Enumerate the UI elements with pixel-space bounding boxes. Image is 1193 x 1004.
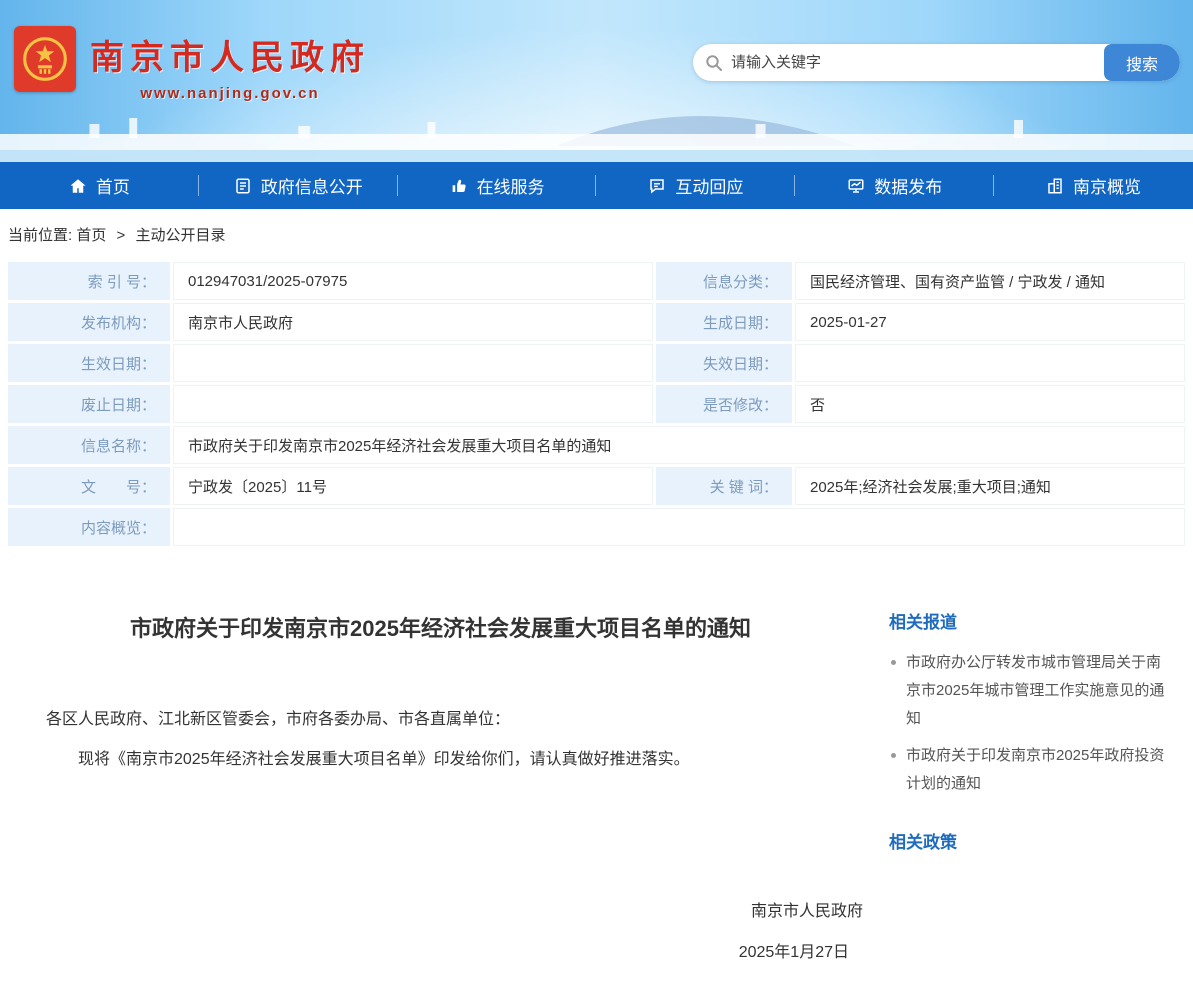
signature-name: 南京市人民政府	[38, 891, 883, 933]
article: 市政府关于印发南京市2025年经济社会发展重大项目名单的通知 各区人民政府、江北…	[8, 570, 883, 1004]
chat-icon	[648, 177, 666, 195]
meta-label-invalid: 失效日期：	[656, 344, 792, 382]
related-reports-heading: 相关报道	[889, 608, 1171, 633]
breadcrumb-prefix: 当前位置:	[8, 227, 72, 244]
meta-label-abolish: 废止日期：	[8, 385, 170, 423]
nav-item-data-release[interactable]: 数据发布	[795, 162, 994, 209]
breadcrumb-home-link[interactable]: 首页	[76, 227, 106, 244]
meta-value-index: 012947031/2025-07975	[173, 262, 653, 300]
nav-label: 政府信息公开	[261, 173, 363, 198]
nav-label: 数据发布	[874, 173, 942, 198]
search-button[interactable]: 搜索	[1104, 44, 1180, 81]
meta-value-abolish	[173, 385, 653, 423]
nav-label: 在线服务	[477, 173, 545, 198]
related-report-link[interactable]: 市政府办公厅转发市城市管理局关于南京市2025年城市管理工作实施意见的通知	[889, 649, 1171, 732]
nav-item-overview[interactable]: 南京概览	[994, 162, 1193, 209]
related-reports-list: 市政府办公厅转发市城市管理局关于南京市2025年城市管理工作实施意见的通知 市政…	[889, 649, 1171, 798]
search-icon	[705, 54, 723, 72]
meta-label-keyword: 关 键 词：	[656, 467, 792, 505]
related-report-link[interactable]: 市政府关于印发南京市2025年政府投资计划的通知	[889, 742, 1171, 798]
nav-item-gov-info[interactable]: 政府信息公开	[199, 162, 398, 209]
main-nav: 首页 政府信息公开 在线服务 互动回应 数据发布	[0, 162, 1193, 209]
nav-label: 首页	[96, 173, 130, 198]
signature-date: 2025年1月27日	[38, 932, 883, 974]
article-salutation: 各区人民政府、江北新区管委会，市府各委办局、市各直属单位：	[46, 705, 883, 735]
meta-label-issuer: 发布机构：	[8, 303, 170, 341]
meta-label-modified: 是否修改：	[656, 385, 792, 423]
page: 南京市人民政府 www.nanjing.gov.cn 搜索 首页	[0, 0, 1193, 1004]
document-icon	[234, 177, 252, 195]
nav-item-online-service[interactable]: 在线服务	[398, 162, 597, 209]
monitor-icon	[847, 177, 865, 195]
meta-value-modified: 否	[795, 385, 1185, 423]
article-title: 市政府关于印发南京市2025年经济社会发展重大项目名单的通知	[38, 612, 843, 645]
meta-label-gendate: 生成日期：	[656, 303, 792, 341]
building-icon	[1046, 177, 1064, 195]
nav-label: 南京概览	[1073, 173, 1141, 198]
site-title: 南京市人民政府	[90, 30, 370, 79]
sidebar: 相关报道 市政府办公厅转发市城市管理局关于南京市2025年城市管理工作实施意见的…	[883, 570, 1185, 1004]
meta-value-effective	[173, 344, 653, 382]
nav-item-interaction[interactable]: 互动回应	[596, 162, 795, 209]
meta-label-category: 信息分类：	[656, 262, 792, 300]
national-emblem-logo	[14, 26, 76, 92]
related-policies-heading: 相关政策	[889, 828, 1171, 853]
meta-label-summary: 内容概览：	[8, 508, 170, 546]
thumbs-up-icon	[450, 177, 468, 195]
meta-value-invalid	[795, 344, 1185, 382]
meta-value-issuer: 南京市人民政府	[173, 303, 653, 341]
meta-value-gendate: 2025-01-27	[795, 303, 1185, 341]
home-icon	[69, 177, 87, 195]
nav-label: 互动回应	[675, 173, 743, 198]
content-area: 市政府关于印发南京市2025年经济社会发展重大项目名单的通知 各区人民政府、江北…	[8, 570, 1185, 1004]
meta-value-summary	[173, 508, 1185, 546]
breadcrumb-current-link[interactable]: 主动公开目录	[135, 227, 225, 244]
search-input[interactable]	[731, 54, 1104, 71]
meta-label-name: 信息名称：	[8, 426, 170, 464]
search-bar: 搜索	[693, 44, 1180, 81]
meta-label-docno: 文 号：	[8, 467, 170, 505]
nav-item-home[interactable]: 首页	[0, 162, 199, 209]
meta-value-category: 国民经济管理、国有资产监管 / 宁政发 / 通知	[795, 262, 1185, 300]
meta-label-effective: 生效日期：	[8, 344, 170, 382]
breadcrumb-separator: >	[117, 227, 126, 244]
meta-label-index: 索 引 号：	[8, 262, 170, 300]
breadcrumb: 当前位置: 首页 > 主动公开目录	[0, 209, 1193, 258]
document-meta-table: 索 引 号： 012947031/2025-07975 信息分类： 国民经济管理…	[8, 262, 1185, 546]
meta-value-name: 市政府关于印发南京市2025年经济社会发展重大项目名单的通知	[173, 426, 1185, 464]
article-paragraph: 现将《南京市2025年经济社会发展重大项目名单》印发给你们，请认真做好推进落实。	[46, 745, 883, 775]
site-banner: 南京市人民政府 www.nanjing.gov.cn 搜索	[0, 0, 1193, 162]
site-url: www.nanjing.gov.cn	[90, 85, 370, 102]
meta-value-keyword: 2025年;经济社会发展;重大项目;通知	[795, 467, 1185, 505]
signature-block: 南京市人民政府 2025年1月27日	[38, 891, 883, 974]
meta-value-docno: 宁政发〔2025〕11号	[173, 467, 653, 505]
